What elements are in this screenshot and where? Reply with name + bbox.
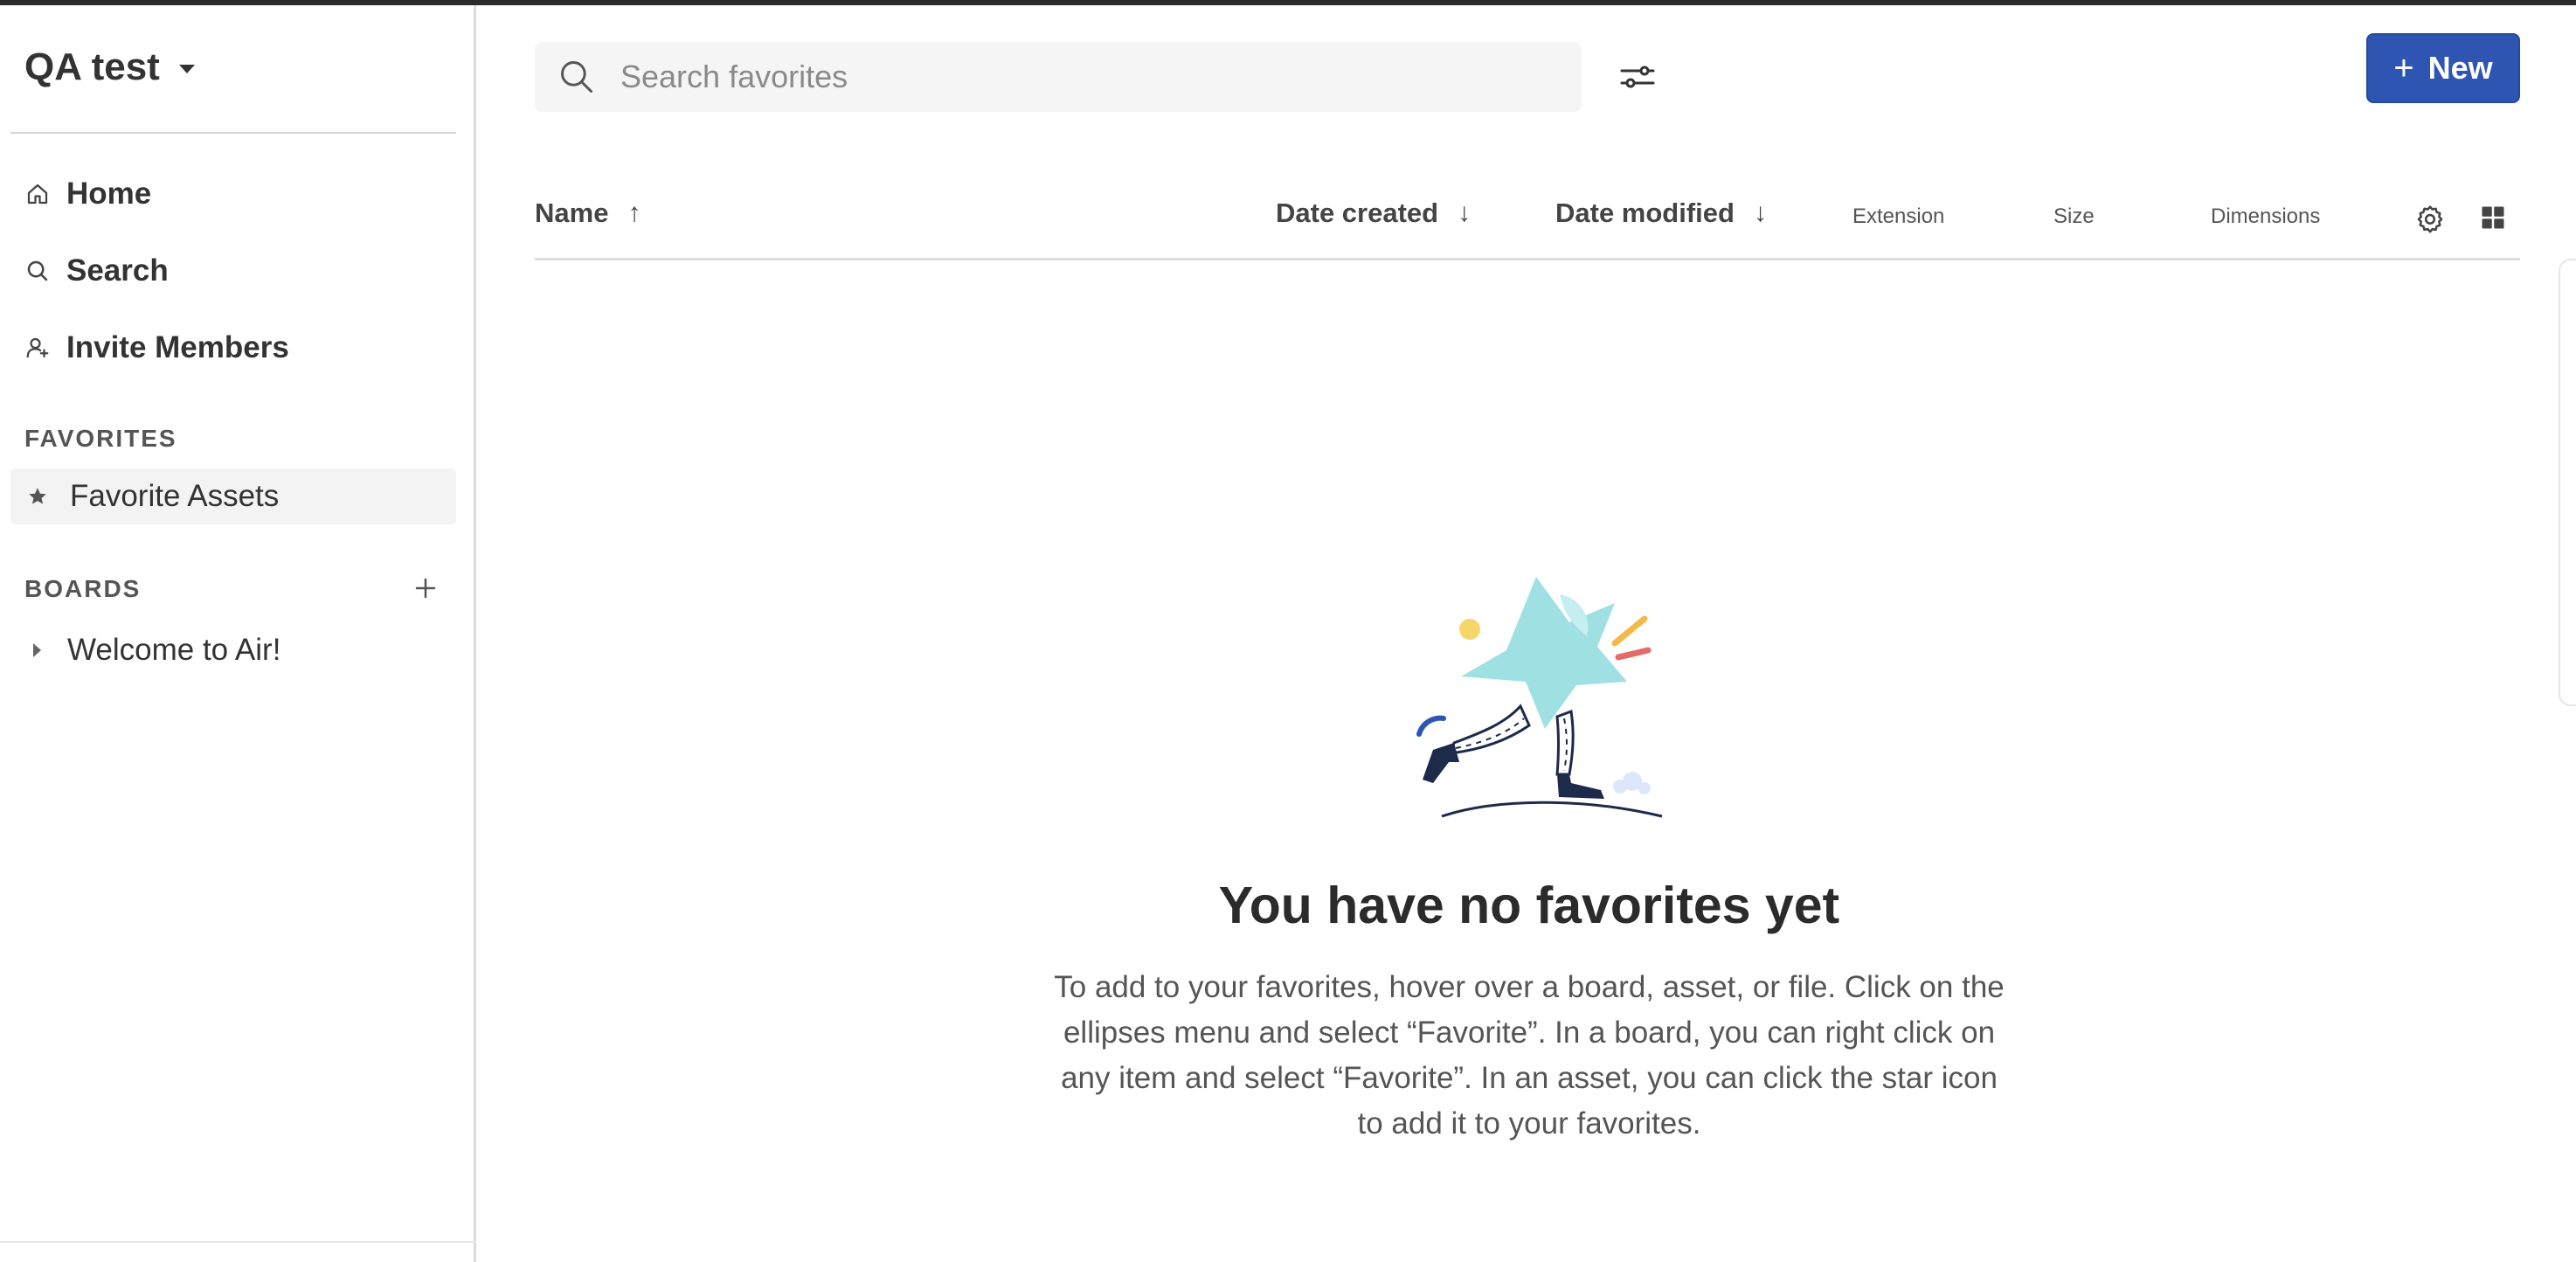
gear-icon[interactable] xyxy=(2415,204,2445,233)
board-label: Welcome to Air! xyxy=(67,633,281,667)
empty-state-title: You have no favorites yet xyxy=(1218,877,1840,934)
nav-home-label: Home xyxy=(66,177,152,211)
nav-invite-members[interactable]: Invite Members xyxy=(24,330,289,365)
nav-home[interactable]: Home xyxy=(24,177,151,211)
caret-down-icon xyxy=(178,65,195,73)
new-button-label: New xyxy=(2427,50,2493,86)
nav-search-label: Search xyxy=(66,253,169,288)
column-header-size[interactable]: Size xyxy=(2053,205,2095,229)
search-icon xyxy=(561,61,592,93)
nav-search[interactable]: Search xyxy=(24,253,169,288)
star-icon xyxy=(29,488,46,504)
column-header-dimensions[interactable]: Dimensions xyxy=(2211,205,2320,229)
new-button[interactable]: + New xyxy=(2366,33,2520,103)
favorites-heading: FAVORITES xyxy=(24,425,177,452)
column-extension-label: Extension xyxy=(1852,205,1945,228)
column-header-date-modified[interactable]: Date modified ↓ xyxy=(1555,198,1767,229)
side-panel-edge xyxy=(2559,259,2576,706)
empty-state-description: To add to your favorites, hover over a b… xyxy=(1054,970,2005,1141)
sidebar-divider xyxy=(10,132,456,134)
sort-ascending-icon: ↑ xyxy=(627,198,641,227)
workspace-switcher[interactable]: QA test xyxy=(24,45,195,89)
running-star-illustration xyxy=(1416,577,1663,818)
nav-invite-members-label: Invite Members xyxy=(66,330,289,364)
search-input[interactable] xyxy=(619,58,1540,96)
column-header-name[interactable]: Name ↑ xyxy=(535,198,641,229)
table-header-divider xyxy=(535,258,2520,260)
sidebar-item-board[interactable]: Welcome to Air! xyxy=(33,633,280,668)
sort-descending-icon: ↓ xyxy=(1458,198,1472,227)
workspace-name: QA test xyxy=(24,45,160,88)
column-header-date-created[interactable]: Date created ↓ xyxy=(1276,198,1471,229)
column-name-label: Name xyxy=(535,198,609,228)
home-icon xyxy=(27,184,48,205)
sidebar: QA test Home Search Invite Members FAVOR… xyxy=(0,5,476,1262)
filter-sliders-icon[interactable] xyxy=(1618,59,1657,94)
sidebar-item-favorite-assets[interactable]: Favorite Assets xyxy=(10,468,456,524)
person-add-icon xyxy=(26,337,49,358)
column-date-modified-label: Date modified xyxy=(1555,198,1735,228)
column-dimensions-label: Dimensions xyxy=(2211,205,2321,228)
plus-icon: + xyxy=(2393,49,2414,87)
sort-descending-icon: ↓ xyxy=(1753,198,1767,227)
favorite-assets-label: Favorite Assets xyxy=(70,479,280,513)
search-icon xyxy=(27,260,48,281)
add-board-icon[interactable] xyxy=(411,573,440,603)
expand-triangle-icon[interactable] xyxy=(33,643,41,657)
column-date-created-label: Date created xyxy=(1276,198,1439,228)
column-header-extension[interactable]: Extension xyxy=(1852,205,1944,229)
sidebar-footer-divider xyxy=(0,1241,476,1243)
boards-heading: BOARDS xyxy=(24,575,142,602)
grid-view-icon[interactable] xyxy=(2480,205,2506,231)
search-bar[interactable] xyxy=(535,42,1582,112)
column-size-label: Size xyxy=(2053,205,2095,228)
